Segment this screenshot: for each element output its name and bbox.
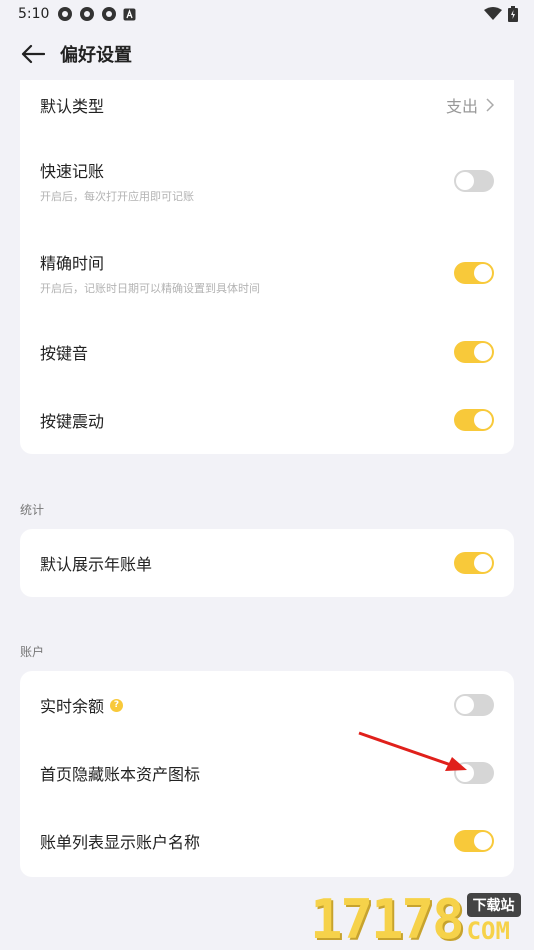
toggle-knob bbox=[474, 264, 492, 282]
key-vibrate-toggle[interactable] bbox=[454, 409, 494, 431]
back-button[interactable] bbox=[18, 39, 48, 69]
stats-section-label: 统计 bbox=[20, 503, 45, 517]
default-type-value-text: 支出 bbox=[445, 97, 478, 116]
notification-icon bbox=[58, 7, 73, 21]
annotation-arrow-icon bbox=[358, 731, 467, 771]
general-settings-card: 默认类型 支出 快速记账 开启后，每次打开应用即可记账 精确时间 开启后，记账时… bbox=[20, 80, 514, 454]
arrow-left-icon bbox=[21, 44, 45, 64]
watermark-badge: 下载站 bbox=[466, 893, 521, 917]
accessibility-icon bbox=[123, 8, 136, 20]
realtime-balance-toggle[interactable] bbox=[454, 694, 494, 716]
key-vibrate-label: 按键震动 bbox=[40, 412, 105, 431]
quick-record-toggle[interactable] bbox=[454, 170, 494, 192]
toggle-knob bbox=[474, 832, 492, 850]
status-time: 5:10 bbox=[18, 6, 50, 22]
watermark-logo: 17178 下载站 COM bbox=[310, 888, 521, 950]
help-icon[interactable]: ? bbox=[110, 698, 124, 712]
default-year-bill-row: 默认展示年账单 bbox=[20, 539, 514, 587]
precise-time-row: 精确时间 开启后，记账时日期可以精确设置到具体时间 bbox=[20, 242, 514, 304]
page-title: 偏好设置 bbox=[60, 45, 132, 66]
status-bar: 5:10 bbox=[0, 0, 534, 28]
stats-settings-card: 默认展示年账单 bbox=[20, 529, 514, 597]
account-section-label: 账户 bbox=[20, 645, 45, 659]
precise-time-toggle[interactable] bbox=[454, 262, 494, 284]
toggle-knob bbox=[456, 696, 474, 714]
quick-record-row: 快速记账 开启后，每次打开应用即可记账 bbox=[20, 150, 514, 212]
realtime-balance-label: 实时余额 ? bbox=[40, 693, 124, 717]
key-sound-row: 按键音 bbox=[20, 328, 514, 376]
precise-time-label: 精确时间 bbox=[40, 254, 105, 273]
show-account-name-row: 账单列表显示账户名称 bbox=[20, 817, 514, 865]
realtime-balance-row: 实时余额 ? bbox=[20, 681, 514, 729]
hide-asset-icon-label: 首页隐藏账本资产图标 bbox=[40, 765, 201, 784]
show-account-name-label: 账单列表显示账户名称 bbox=[40, 833, 201, 852]
watermark-domain: COM bbox=[466, 917, 510, 945]
toggle-knob bbox=[474, 343, 492, 361]
toggle-knob bbox=[474, 554, 492, 572]
default-type-value: 支出 bbox=[446, 93, 494, 117]
key-sound-label: 按键音 bbox=[40, 344, 89, 363]
show-account-name-toggle[interactable] bbox=[454, 830, 494, 852]
default-type-label: 默认类型 bbox=[40, 97, 105, 116]
toggle-knob bbox=[456, 172, 474, 190]
notification-icon bbox=[102, 7, 117, 21]
precise-time-description: 开启后，记账时日期可以精确设置到具体时间 bbox=[40, 282, 260, 295]
notification-icon bbox=[80, 7, 95, 21]
wifi-icon bbox=[484, 7, 502, 20]
key-sound-toggle[interactable] bbox=[454, 341, 494, 363]
watermark-number: 17178 bbox=[310, 888, 465, 950]
chevron-right-icon bbox=[486, 98, 494, 112]
default-year-bill-label: 默认展示年账单 bbox=[40, 555, 153, 574]
quick-record-label: 快速记账 bbox=[40, 162, 105, 181]
key-vibrate-row: 按键震动 bbox=[20, 396, 514, 444]
app-bar: 偏好设置 bbox=[0, 28, 534, 80]
default-year-bill-toggle[interactable] bbox=[454, 552, 494, 574]
toggle-knob bbox=[474, 411, 492, 429]
battery-icon bbox=[508, 6, 518, 22]
default-type-row[interactable]: 默认类型 支出 bbox=[20, 80, 514, 130]
quick-record-description: 开启后，每次打开应用即可记账 bbox=[40, 190, 194, 203]
realtime-balance-text: 实时余额 bbox=[40, 697, 105, 716]
